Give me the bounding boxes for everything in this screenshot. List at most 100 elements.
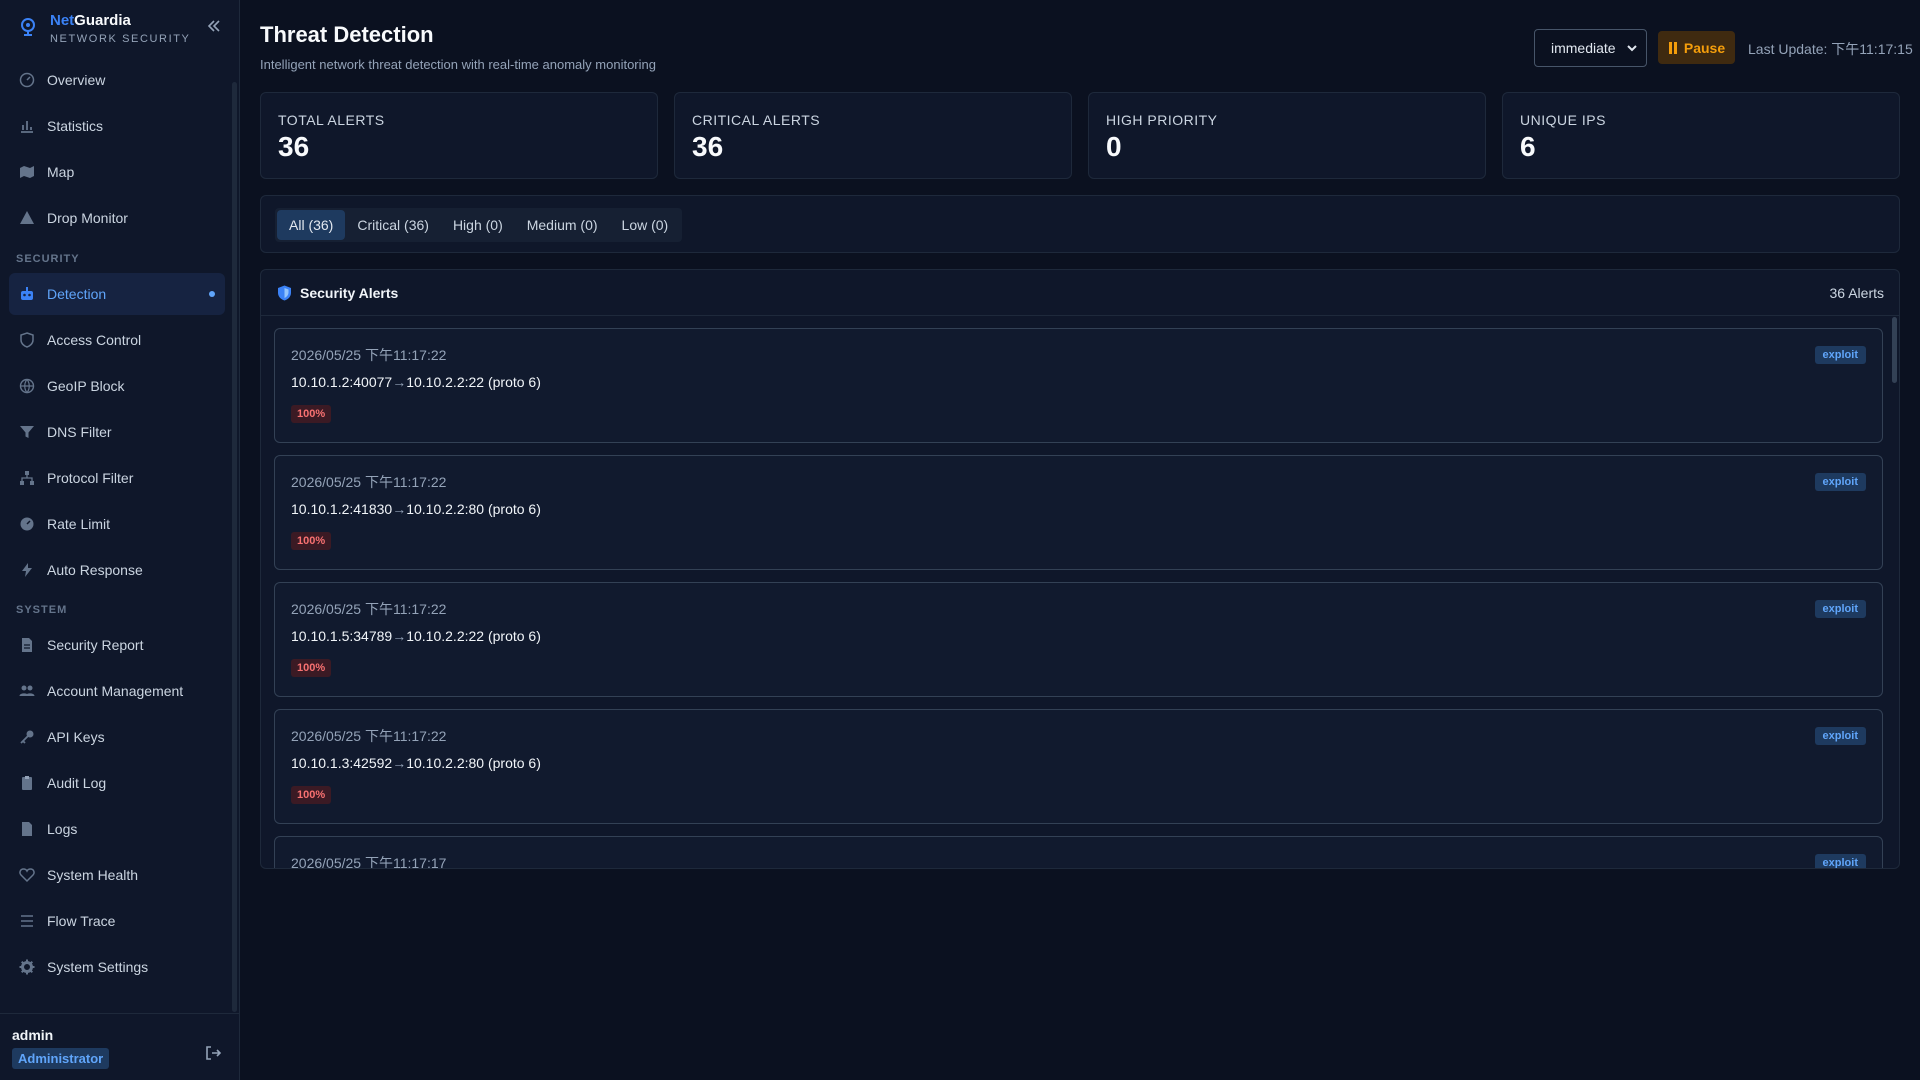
- category-tag: exploit: [1814, 600, 1866, 618]
- mode-select-value: immediate: [1551, 40, 1616, 56]
- sidebar-item-drop-monitor[interactable]: Drop Monitor: [9, 197, 225, 239]
- sidebar-scrollbar[interactable]: [232, 82, 237, 1012]
- sidebar-item-label: Statistics: [47, 118, 104, 134]
- pause-icon: [1668, 41, 1677, 54]
- category-tag: exploit: [1814, 346, 1866, 364]
- sidebar-item-label: Map: [47, 164, 75, 180]
- robot-icon: [21, 287, 33, 300]
- sidebar-item-label: System Health: [47, 867, 139, 883]
- alert-source: 10.10.1.3:42592: [291, 755, 393, 771]
- stat-label: HIGH PRIORITY: [1106, 112, 1218, 128]
- sidebar-item-label: API Keys: [47, 729, 105, 745]
- stat-card-critical-alerts: CRITICAL ALERTS 36: [674, 92, 1072, 179]
- sidebar-item-label: Audit Log: [47, 775, 107, 791]
- active-indicator: [209, 291, 215, 297]
- sidebar-item-api-keys[interactable]: API Keys: [9, 716, 225, 758]
- sidebar-item-map[interactable]: Map: [9, 151, 225, 193]
- globe-icon: [19, 378, 35, 394]
- clipboard-icon: [22, 776, 32, 790]
- alert-card[interactable]: 2026/05/25 下午11:17:22 10.10.1.2:40077→10…: [274, 328, 1883, 443]
- logout-icon[interactable]: [204, 1044, 222, 1062]
- alert-source: 10.10.1.5:34789: [291, 628, 393, 644]
- stat-label: UNIQUE IPS: [1520, 112, 1606, 128]
- alert-time: 2026/05/25 下午11:17:22: [291, 728, 447, 744]
- sidebar-item-label: Detection: [47, 286, 107, 302]
- sidebar-item-label: DNS Filter: [47, 424, 112, 440]
- sidebar-item-audit-log[interactable]: Audit Log: [9, 762, 225, 804]
- filter-tab-low[interactable]: Low (0): [610, 210, 681, 240]
- alert-card[interactable]: 2026/05/25 下午11:17:22 10.10.1.2:41830→10…: [274, 455, 1883, 570]
- sidebar-item-account-management[interactable]: Account Management: [9, 670, 225, 712]
- sidebar-item-overview[interactable]: Overview: [9, 59, 225, 101]
- stat-value: 0: [1106, 131, 1122, 162]
- sidebar-item-label: Account Management: [47, 683, 184, 699]
- sidebar-item-protocol-filter[interactable]: Protocol Filter: [9, 457, 225, 499]
- sidebar-item-security-report[interactable]: Security Report: [9, 624, 225, 666]
- key-icon: [20, 730, 34, 744]
- sitemap-icon: [20, 471, 34, 485]
- filter-icon: [20, 426, 34, 438]
- alert-card[interactable]: 2026/05/25 下午11:17:22 10.10.1.5:34789→10…: [274, 582, 1883, 697]
- filter-tab-high[interactable]: High (0): [441, 210, 515, 240]
- alerts-scrollbar[interactable]: [1892, 317, 1897, 383]
- alert-time: 2026/05/25 下午11:17:22: [291, 601, 447, 617]
- brand-subtitle: NETWORK SECURITY: [50, 33, 191, 45]
- page-subtitle: Intelligent network threat detection wit…: [260, 57, 656, 72]
- filter-tab-medium[interactable]: Medium (0): [515, 210, 610, 240]
- sidebar-item-label: GeoIP Block: [47, 378, 125, 394]
- mode-select[interactable]: immediate: [1534, 29, 1647, 67]
- sidebar-item-system-health[interactable]: System Health: [9, 854, 225, 896]
- sidebar-item-label: Overview: [47, 72, 106, 88]
- sidebar-item-rate-limit[interactable]: Rate Limit: [9, 503, 225, 545]
- confidence-badge: 100%: [291, 532, 332, 550]
- sidebar-item-flow-trace[interactable]: Flow Trace: [9, 900, 225, 942]
- stat-value: 6: [1520, 131, 1536, 162]
- logo-icon: [21, 18, 35, 36]
- stat-card-unique-ips: UNIQUE IPS 6: [1502, 92, 1900, 179]
- filter-tab-critical[interactable]: Critical (36): [345, 210, 441, 240]
- users-icon: [19, 685, 35, 696]
- alert-source: 10.10.1.2:41830: [291, 501, 393, 517]
- alert-destination: 10.10.2.2:22 (proto 6): [406, 628, 541, 644]
- alert-time: 2026/05/25 下午11:17:17: [291, 855, 447, 869]
- alert-destination: 10.10.2.2:22 (proto 6): [406, 374, 541, 390]
- alerts-count: 36 Alerts: [1829, 285, 1884, 301]
- sidebar: NetGuardia NETWORK SECURITY Overview Sta…: [0, 0, 240, 1080]
- sidebar-item-auto-response[interactable]: Auto Response: [9, 549, 225, 591]
- category-tag: exploit: [1814, 854, 1866, 868]
- sidebar-item-label: Logs: [47, 821, 78, 837]
- gear-icon: [19, 959, 35, 975]
- alerts-title: Security Alerts: [300, 285, 399, 301]
- bar-chart-icon: [21, 121, 33, 133]
- alert-destination: 10.10.2.2:80 (proto 6): [406, 501, 541, 517]
- alert-card[interactable]: 2026/05/25 下午11:17:17 exploit: [274, 836, 1883, 869]
- sidebar-item-label: Rate Limit: [47, 516, 111, 532]
- sidebar-item-label: Security Report: [47, 637, 144, 653]
- user-role-badge: Administrator: [12, 1048, 110, 1069]
- sidebar-item-detection[interactable]: Detection: [9, 273, 225, 315]
- stat-value: 36: [278, 131, 310, 162]
- pause-button[interactable]: Pause: [1658, 31, 1735, 64]
- arrow-right-icon: →: [392, 755, 407, 771]
- arrow-right-icon: →: [392, 501, 407, 517]
- alert-card[interactable]: 2026/05/25 下午11:17:22 10.10.1.3:42592→10…: [274, 709, 1883, 824]
- alert-flow: 10.10.1.5:34789→10.10.2.2:22 (proto 6): [291, 628, 541, 644]
- warning-icon: [20, 211, 34, 224]
- stat-label: TOTAL ALERTS: [278, 112, 385, 128]
- sidebar-item-geoip-block[interactable]: GeoIP Block: [9, 365, 225, 407]
- alert-flow: 10.10.1.3:42592→10.10.2.2:80 (proto 6): [291, 755, 541, 771]
- sidebar-item-system-settings[interactable]: System Settings: [9, 946, 225, 988]
- collapse-sidebar-icon[interactable]: [204, 16, 224, 36]
- filter-tab-all[interactable]: All (36): [277, 210, 346, 240]
- shield-icon: [278, 285, 291, 301]
- sidebar-item-dns-filter[interactable]: DNS Filter: [9, 411, 225, 453]
- gauge-icon: [20, 517, 34, 531]
- sidebar-item-statistics[interactable]: Statistics: [9, 105, 225, 147]
- sidebar-item-logs[interactable]: Logs: [9, 808, 225, 850]
- shield-icon: [20, 332, 34, 348]
- sidebar-item-access-control[interactable]: Access Control: [9, 319, 225, 361]
- brand-name: NetGuardia: [50, 12, 131, 29]
- alert-time: 2026/05/25 下午11:17:22: [291, 474, 447, 490]
- stat-label: CRITICAL ALERTS: [692, 112, 821, 128]
- sidebar-item-label: Protocol Filter: [47, 470, 134, 486]
